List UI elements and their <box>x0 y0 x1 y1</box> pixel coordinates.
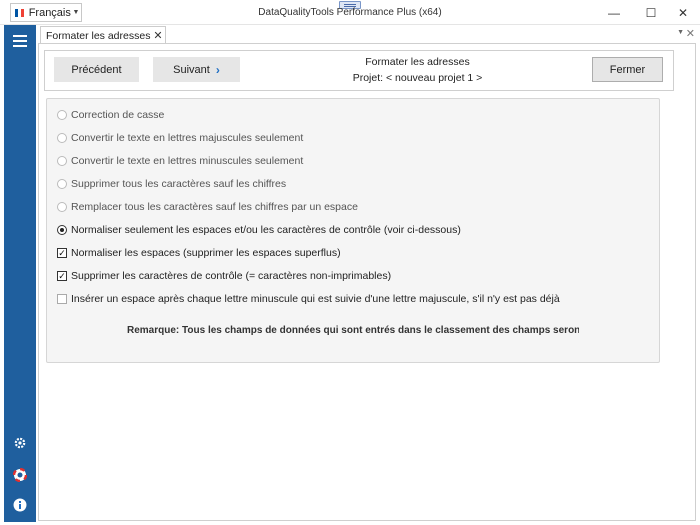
option-correction-casse[interactable]: Correction de casse <box>57 109 164 121</box>
close-button[interactable]: Fermer <box>592 57 663 82</box>
lifebuoy-icon[interactable] <box>12 467 28 483</box>
gear-icon[interactable] <box>12 435 28 451</box>
info-icon[interactable] <box>12 497 28 513</box>
radio-button[interactable] <box>57 202 67 212</box>
tab-label: Formater les adresses <box>46 29 151 42</box>
nav-rail <box>4 25 36 522</box>
option-normaliser-espaces-controle[interactable]: Normaliser seulement les espaces et/ou l… <box>57 224 461 236</box>
previous-button[interactable]: Précédent <box>54 57 139 82</box>
close-document-icon[interactable]: ✕ <box>686 27 695 40</box>
maximize-button[interactable]: ☐ <box>634 0 668 25</box>
project-name: Projet: < nouveau projet 1 > <box>352 72 483 84</box>
radio-button[interactable] <box>57 156 67 166</box>
option-minuscules[interactable]: Convertir le texte en lettres minuscules… <box>57 155 303 167</box>
radio-button-selected[interactable] <box>57 225 67 235</box>
option-remplacer-par-espace[interactable]: Remplacer tous les caractères sauf les c… <box>57 201 358 213</box>
title-bar: Français ▼ DataQualityTools Performance … <box>0 0 700 25</box>
menu-icon[interactable] <box>13 35 27 47</box>
option-label: Normaliser seulement les espaces et/ou l… <box>71 224 461 236</box>
radio-button[interactable] <box>57 133 67 143</box>
radio-button[interactable] <box>57 110 67 120</box>
page-title: Formater les adresses <box>365 56 470 68</box>
radio-button[interactable] <box>57 179 67 189</box>
next-button-label: Suivant <box>173 63 210 76</box>
option-label: Convertir le texte en lettres majuscules… <box>71 132 304 144</box>
option-label: Supprimer tous les caractères sauf les c… <box>71 178 287 190</box>
next-button[interactable]: Suivant › <box>153 57 240 82</box>
tab-list-chevron-icon[interactable]: ▼ <box>677 29 684 36</box>
checkbox-normaliser-espaces[interactable]: ✓ Normaliser les espaces (supprimer les … <box>57 247 341 259</box>
previous-button-label: Précédent <box>71 63 122 76</box>
checkbox-label: Normaliser les espaces (supprimer les es… <box>71 247 341 259</box>
document-tab-strip: Formater les adresses ✕ ▼ ✕ <box>38 26 698 44</box>
checkbox-checked-icon[interactable]: ✓ <box>57 271 67 281</box>
checkbox-label: Insérer un espace après chaque lettre mi… <box>71 293 560 305</box>
options-panel: Correction de casse Convertir le texte e… <box>46 98 660 363</box>
checkbox-supprimer-controle[interactable]: ✓ Supprimer les caractères de contrôle (… <box>57 270 391 282</box>
tab-formater-les-adresses[interactable]: Formater les adresses ✕ <box>40 26 166 44</box>
option-label: Remplacer tous les caractères sauf les c… <box>71 201 358 213</box>
checkbox-unchecked-icon[interactable] <box>57 294 67 304</box>
main-content: Précédent Suivant › Formater les adresses… <box>38 43 696 521</box>
remark-text: Remarque: Tous les champs de données qui… <box>127 325 579 336</box>
minimize-button[interactable]: — <box>597 0 631 25</box>
close-tab-icon[interactable]: ✕ <box>151 29 165 42</box>
checkbox-label: Supprimer les caractères de contrôle (= … <box>71 270 392 282</box>
chevron-right-icon: › <box>215 62 220 77</box>
checkbox-checked-icon[interactable]: ✓ <box>57 248 67 258</box>
option-label: Correction de casse <box>71 109 165 121</box>
close-window-button[interactable]: ✕ <box>666 0 700 25</box>
header-toolbar: Précédent Suivant › Formater les adresses… <box>44 50 674 91</box>
close-button-label: Fermer <box>609 63 646 76</box>
option-majuscules[interactable]: Convertir le texte en lettres majuscules… <box>57 132 303 144</box>
checkbox-inserer-espace[interactable]: Insérer un espace après chaque lettre mi… <box>57 293 560 305</box>
app-title: DataQualityTools Performance Plus (x64) <box>258 7 442 18</box>
option-label: Convertir le texte en lettres minuscules… <box>71 155 304 167</box>
option-supprimer-sauf-chiffres[interactable]: Supprimer tous les caractères sauf les c… <box>57 178 286 190</box>
